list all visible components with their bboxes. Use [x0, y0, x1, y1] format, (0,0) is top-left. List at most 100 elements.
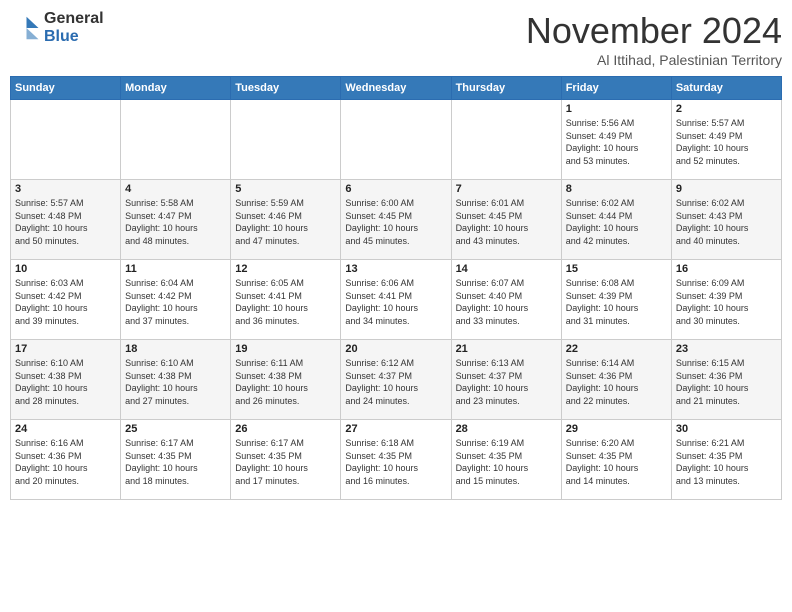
calendar-cell — [11, 100, 121, 180]
calendar-cell: 25Sunrise: 6:17 AM Sunset: 4:35 PM Dayli… — [121, 420, 231, 500]
calendar-cell: 1 Sunrise: 5:56 AM Sunset: 4:49 PM Daylig… — [561, 100, 671, 180]
logo: General Blue — [10, 10, 104, 45]
day-number: 19 — [235, 343, 336, 355]
day-info: Sunrise: 6:04 AM Sunset: 4:42 PM Dayligh… — [125, 277, 226, 327]
calendar-cell: 8 Sunrise: 6:02 AM Sunset: 4:44 PM Daylig… — [561, 180, 671, 260]
day-number: 9 — [676, 183, 777, 195]
day-info: Sunrise: 6:12 AM Sunset: 4:37 PM Dayligh… — [345, 357, 446, 407]
day-info: Sunrise: 6:02 AM Sunset: 4:44 PM Dayligh… — [566, 197, 667, 247]
calendar-week-row: 3 Sunrise: 5:57 AM Sunset: 4:48 PM Daylig… — [11, 180, 782, 260]
day-info: Sunrise: 6:15 AM Sunset: 4:36 PM Dayligh… — [676, 357, 777, 407]
day-info: Sunrise: 5:59 AM Sunset: 4:46 PM Dayligh… — [235, 197, 336, 247]
logo-general: General — [44, 10, 104, 28]
calendar-cell: 16 Sunrise: 6:09 AM Sunset: 4:39 PM Dayli… — [671, 260, 781, 340]
logo-blue: Blue — [44, 28, 104, 46]
day-number: 28 — [456, 423, 557, 435]
day-info: Sunrise: 6:10 AM Sunset: 4:38 PM Dayligh… — [125, 357, 226, 407]
calendar-week-row: 24Sunrise: 6:16 AM Sunset: 4:36 PM Dayli… — [11, 420, 782, 500]
day-info: Sunrise: 6:14 AM Sunset: 4:36 PM Dayligh… — [566, 357, 667, 407]
weekday-header: Friday — [561, 77, 671, 100]
weekday-header: Saturday — [671, 77, 781, 100]
day-info: Sunrise: 6:02 AM Sunset: 4:43 PM Dayligh… — [676, 197, 777, 247]
day-info: Sunrise: 6:06 AM Sunset: 4:41 PM Dayligh… — [345, 277, 446, 327]
weekday-header: Wednesday — [341, 77, 451, 100]
title-block: November 2024 Al Ittihad, Palestinian Te… — [526, 10, 782, 68]
day-info: Sunrise: 6:03 AM Sunset: 4:42 PM Dayligh… — [15, 277, 116, 327]
day-info: Sunrise: 6:19 AM Sunset: 4:35 PM Dayligh… — [456, 437, 557, 487]
calendar-cell: 4Sunrise: 5:58 AM Sunset: 4:47 PM Daylig… — [121, 180, 231, 260]
day-info: Sunrise: 6:21 AM Sunset: 4:35 PM Dayligh… — [676, 437, 777, 487]
weekday-header: Sunday — [11, 77, 121, 100]
day-info: Sunrise: 5:56 AM Sunset: 4:49 PM Dayligh… — [566, 117, 667, 167]
calendar-cell: 17Sunrise: 6:10 AM Sunset: 4:38 PM Dayli… — [11, 340, 121, 420]
calendar-cell: 30 Sunrise: 6:21 AM Sunset: 4:35 PM Dayli… — [671, 420, 781, 500]
day-number: 15 — [566, 263, 667, 275]
day-number: 14 — [456, 263, 557, 275]
calendar-cell: 21 Sunrise: 6:13 AM Sunset: 4:37 PM Dayli… — [451, 340, 561, 420]
day-info: Sunrise: 6:00 AM Sunset: 4:45 PM Dayligh… — [345, 197, 446, 247]
calendar-cell: 2 Sunrise: 5:57 AM Sunset: 4:49 PM Daylig… — [671, 100, 781, 180]
calendar-cell: 28 Sunrise: 6:19 AM Sunset: 4:35 PM Dayli… — [451, 420, 561, 500]
day-number: 23 — [676, 343, 777, 355]
day-info: Sunrise: 6:17 AM Sunset: 4:35 PM Dayligh… — [125, 437, 226, 487]
calendar-cell: 20 Sunrise: 6:12 AM Sunset: 4:37 PM Dayli… — [341, 340, 451, 420]
day-number: 20 — [345, 343, 446, 355]
day-number: 2 — [676, 103, 777, 115]
day-number: 1 — [566, 103, 667, 115]
logo-text: General Blue — [44, 10, 104, 45]
calendar-cell: 26 Sunrise: 6:17 AM Sunset: 4:35 PM Dayli… — [231, 420, 341, 500]
calendar-week-row: 17Sunrise: 6:10 AM Sunset: 4:38 PM Dayli… — [11, 340, 782, 420]
calendar: SundayMondayTuesdayWednesdayThursdayFrid… — [10, 76, 782, 500]
weekday-header: Thursday — [451, 77, 561, 100]
day-number: 18 — [125, 343, 226, 355]
day-info: Sunrise: 6:17 AM Sunset: 4:35 PM Dayligh… — [235, 437, 336, 487]
calendar-cell: 5Sunrise: 5:59 AM Sunset: 4:46 PM Daylig… — [231, 180, 341, 260]
month-title: November 2024 — [526, 10, 782, 52]
weekday-header: Tuesday — [231, 77, 341, 100]
calendar-cell: 24Sunrise: 6:16 AM Sunset: 4:36 PM Dayli… — [11, 420, 121, 500]
calendar-cell: 10Sunrise: 6:03 AM Sunset: 4:42 PM Dayli… — [11, 260, 121, 340]
calendar-week-row: 10Sunrise: 6:03 AM Sunset: 4:42 PM Dayli… — [11, 260, 782, 340]
page-header: General Blue November 2024 Al Ittihad, P… — [10, 10, 782, 68]
calendar-cell: 15 Sunrise: 6:08 AM Sunset: 4:39 PM Dayli… — [561, 260, 671, 340]
day-info: Sunrise: 6:20 AM Sunset: 4:35 PM Dayligh… — [566, 437, 667, 487]
day-number: 6 — [345, 183, 446, 195]
day-info: Sunrise: 6:16 AM Sunset: 4:36 PM Dayligh… — [15, 437, 116, 487]
day-info: Sunrise: 6:10 AM Sunset: 4:38 PM Dayligh… — [15, 357, 116, 407]
calendar-cell: 7Sunrise: 6:01 AM Sunset: 4:45 PM Daylig… — [451, 180, 561, 260]
calendar-cell: 9 Sunrise: 6:02 AM Sunset: 4:43 PM Daylig… — [671, 180, 781, 260]
day-number: 22 — [566, 343, 667, 355]
calendar-cell: 23 Sunrise: 6:15 AM Sunset: 4:36 PM Dayli… — [671, 340, 781, 420]
day-info: Sunrise: 6:13 AM Sunset: 4:37 PM Dayligh… — [456, 357, 557, 407]
day-info: Sunrise: 6:01 AM Sunset: 4:45 PM Dayligh… — [456, 197, 557, 247]
day-number: 26 — [235, 423, 336, 435]
calendar-cell: 11Sunrise: 6:04 AM Sunset: 4:42 PM Dayli… — [121, 260, 231, 340]
day-number: 29 — [566, 423, 667, 435]
calendar-cell: 18 Sunrise: 6:10 AM Sunset: 4:38 PM Dayli… — [121, 340, 231, 420]
day-number: 13 — [345, 263, 446, 275]
day-info: Sunrise: 5:57 AM Sunset: 4:49 PM Dayligh… — [676, 117, 777, 167]
day-number: 30 — [676, 423, 777, 435]
day-info: Sunrise: 5:57 AM Sunset: 4:48 PM Dayligh… — [15, 197, 116, 247]
day-info: Sunrise: 6:18 AM Sunset: 4:35 PM Dayligh… — [345, 437, 446, 487]
day-info: Sunrise: 6:11 AM Sunset: 4:38 PM Dayligh… — [235, 357, 336, 407]
day-number: 21 — [456, 343, 557, 355]
day-info: Sunrise: 6:09 AM Sunset: 4:39 PM Dayligh… — [676, 277, 777, 327]
day-number: 4 — [125, 183, 226, 195]
calendar-cell — [231, 100, 341, 180]
calendar-cell — [121, 100, 231, 180]
day-info: Sunrise: 6:08 AM Sunset: 4:39 PM Dayligh… — [566, 277, 667, 327]
calendar-header-row: SundayMondayTuesdayWednesdayThursdayFrid… — [11, 77, 782, 100]
calendar-cell: 22 Sunrise: 6:14 AM Sunset: 4:36 PM Dayli… — [561, 340, 671, 420]
day-number: 12 — [235, 263, 336, 275]
day-number: 3 — [15, 183, 116, 195]
calendar-cell: 13 Sunrise: 6:06 AM Sunset: 4:41 PM Dayli… — [341, 260, 451, 340]
calendar-cell: 14Sunrise: 6:07 AM Sunset: 4:40 PM Dayli… — [451, 260, 561, 340]
calendar-cell: 12Sunrise: 6:05 AM Sunset: 4:41 PM Dayli… — [231, 260, 341, 340]
calendar-cell: 6 Sunrise: 6:00 AM Sunset: 4:45 PM Daylig… — [341, 180, 451, 260]
day-number: 8 — [566, 183, 667, 195]
calendar-cell: 3 Sunrise: 5:57 AM Sunset: 4:48 PM Daylig… — [11, 180, 121, 260]
logo-icon — [10, 13, 40, 43]
location-title: Al Ittihad, Palestinian Territory — [526, 52, 782, 68]
day-number: 16 — [676, 263, 777, 275]
